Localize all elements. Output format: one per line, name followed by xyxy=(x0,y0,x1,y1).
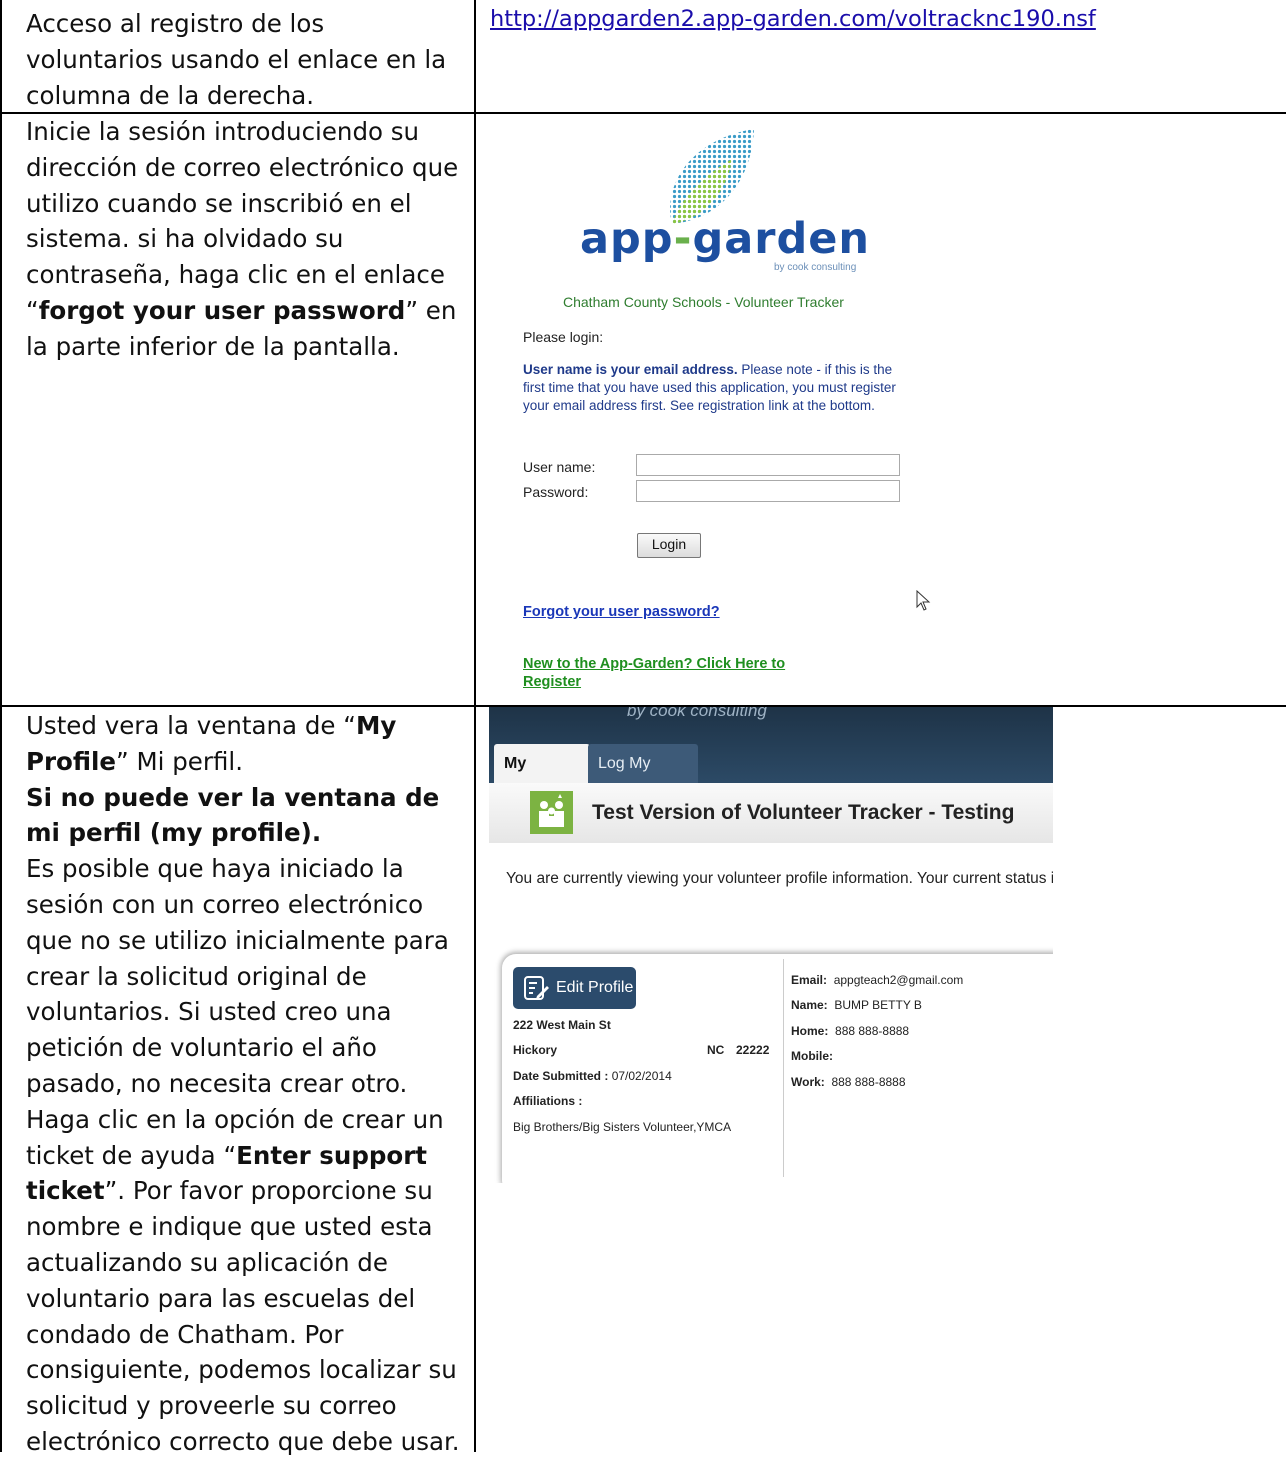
city: Hickory xyxy=(513,1043,558,1057)
login-screenshot: app-garden by cook consulting Chatham Co… xyxy=(476,114,938,704)
profile-screenshot: by cook consulting My Profile Log My Tim… xyxy=(489,707,1053,1183)
row2-text-bold: forgot your user password xyxy=(38,295,406,325)
header-band: by cook consulting My Profile Log My Tim… xyxy=(489,707,1053,811)
mobile-row: Mobile: xyxy=(791,1049,833,1063)
street-address: 222 West Main St xyxy=(513,1018,611,1032)
home-row: Home: 888 888-8888 xyxy=(791,1024,910,1038)
row2-text-before: Inicie la sesión introduciendo su direcc… xyxy=(26,117,459,325)
registry-link[interactable]: http://appgarden2.app-garden.com/voltrac… xyxy=(490,6,1096,32)
zip: 22222 xyxy=(736,1043,770,1057)
date-submitted: Date Submitted : 07/02/2014 xyxy=(513,1069,672,1083)
viewing-status-text: You are currently viewing your volunteer… xyxy=(506,870,1053,887)
row3-p1-a: Usted vera la ventana de “ xyxy=(26,711,356,740)
edit-profile-button[interactable]: Edit Profile xyxy=(513,967,636,1009)
work-row: Work: 888 888-8888 xyxy=(791,1075,906,1089)
app-garden-wordmark: app-garden xyxy=(580,214,870,264)
volunteers-icon xyxy=(530,791,573,834)
password-label: Password: xyxy=(523,484,589,500)
table-border-left xyxy=(0,0,2,1452)
row3-instruction: Usted vera la ventana de “My Profile” Mi… xyxy=(26,708,466,1460)
card-divider xyxy=(783,959,784,1177)
affiliations-value: Big Brothers/Big Sisters Volunteer,YMCA xyxy=(513,1120,732,1134)
edit-document-icon xyxy=(524,976,549,1000)
login-note: User name is your email address. Please … xyxy=(523,362,896,413)
email-row: Email: appgteach2@gmail.com xyxy=(791,973,964,987)
affiliations-label: Affiliations : xyxy=(513,1094,583,1108)
mouse-pointer-icon xyxy=(916,590,931,611)
password-input[interactable] xyxy=(636,480,900,502)
row3-p1-b: ” Mi perfil. xyxy=(116,746,243,776)
row2-instruction: Inicie la sesión introduciendo su direcc… xyxy=(26,114,466,365)
row1-instruction: Acceso al registro de los voluntarios us… xyxy=(26,6,466,113)
forgot-password-link[interactable]: Forgot your user password? xyxy=(523,604,720,620)
username-label: User name: xyxy=(523,459,596,475)
tab-my-profile[interactable]: My Profile xyxy=(494,744,590,811)
login-button[interactable]: Login xyxy=(637,533,701,558)
name-row: Name: BUMP BETTY B xyxy=(791,998,922,1012)
tab-log-my-time[interactable]: Log My Time xyxy=(588,744,698,811)
username-input[interactable] xyxy=(636,454,900,476)
profile-card: Edit Profile 222 West Main St Hickory NC… xyxy=(502,954,1053,1183)
tracker-title: Test Version of Volunteer Tracker - Test… xyxy=(592,801,1015,824)
row1-text: Acceso al registro de los voluntarios us… xyxy=(26,9,447,110)
register-link[interactable]: New to the App-Garden? Click Here to Reg… xyxy=(523,655,823,691)
please-login-label: Please login: xyxy=(523,329,604,345)
row3-p3-a: Es posible que haya iniciado la sesión c… xyxy=(26,854,449,1170)
app-title: Chatham County Schools - Volunteer Track… xyxy=(563,294,844,310)
row3-p3-b: ”. Por favor proporcione su nombre e ind… xyxy=(26,1176,460,1456)
title-band: Test Version of Volunteer Tracker - Test… xyxy=(489,783,1053,843)
byline: by cook consulting xyxy=(774,262,857,273)
header-byline: by cook consulting xyxy=(627,707,767,720)
state: NC xyxy=(707,1043,725,1057)
row3-p2-bold: Si no puede ver la ventana de mi perfil … xyxy=(26,782,440,848)
